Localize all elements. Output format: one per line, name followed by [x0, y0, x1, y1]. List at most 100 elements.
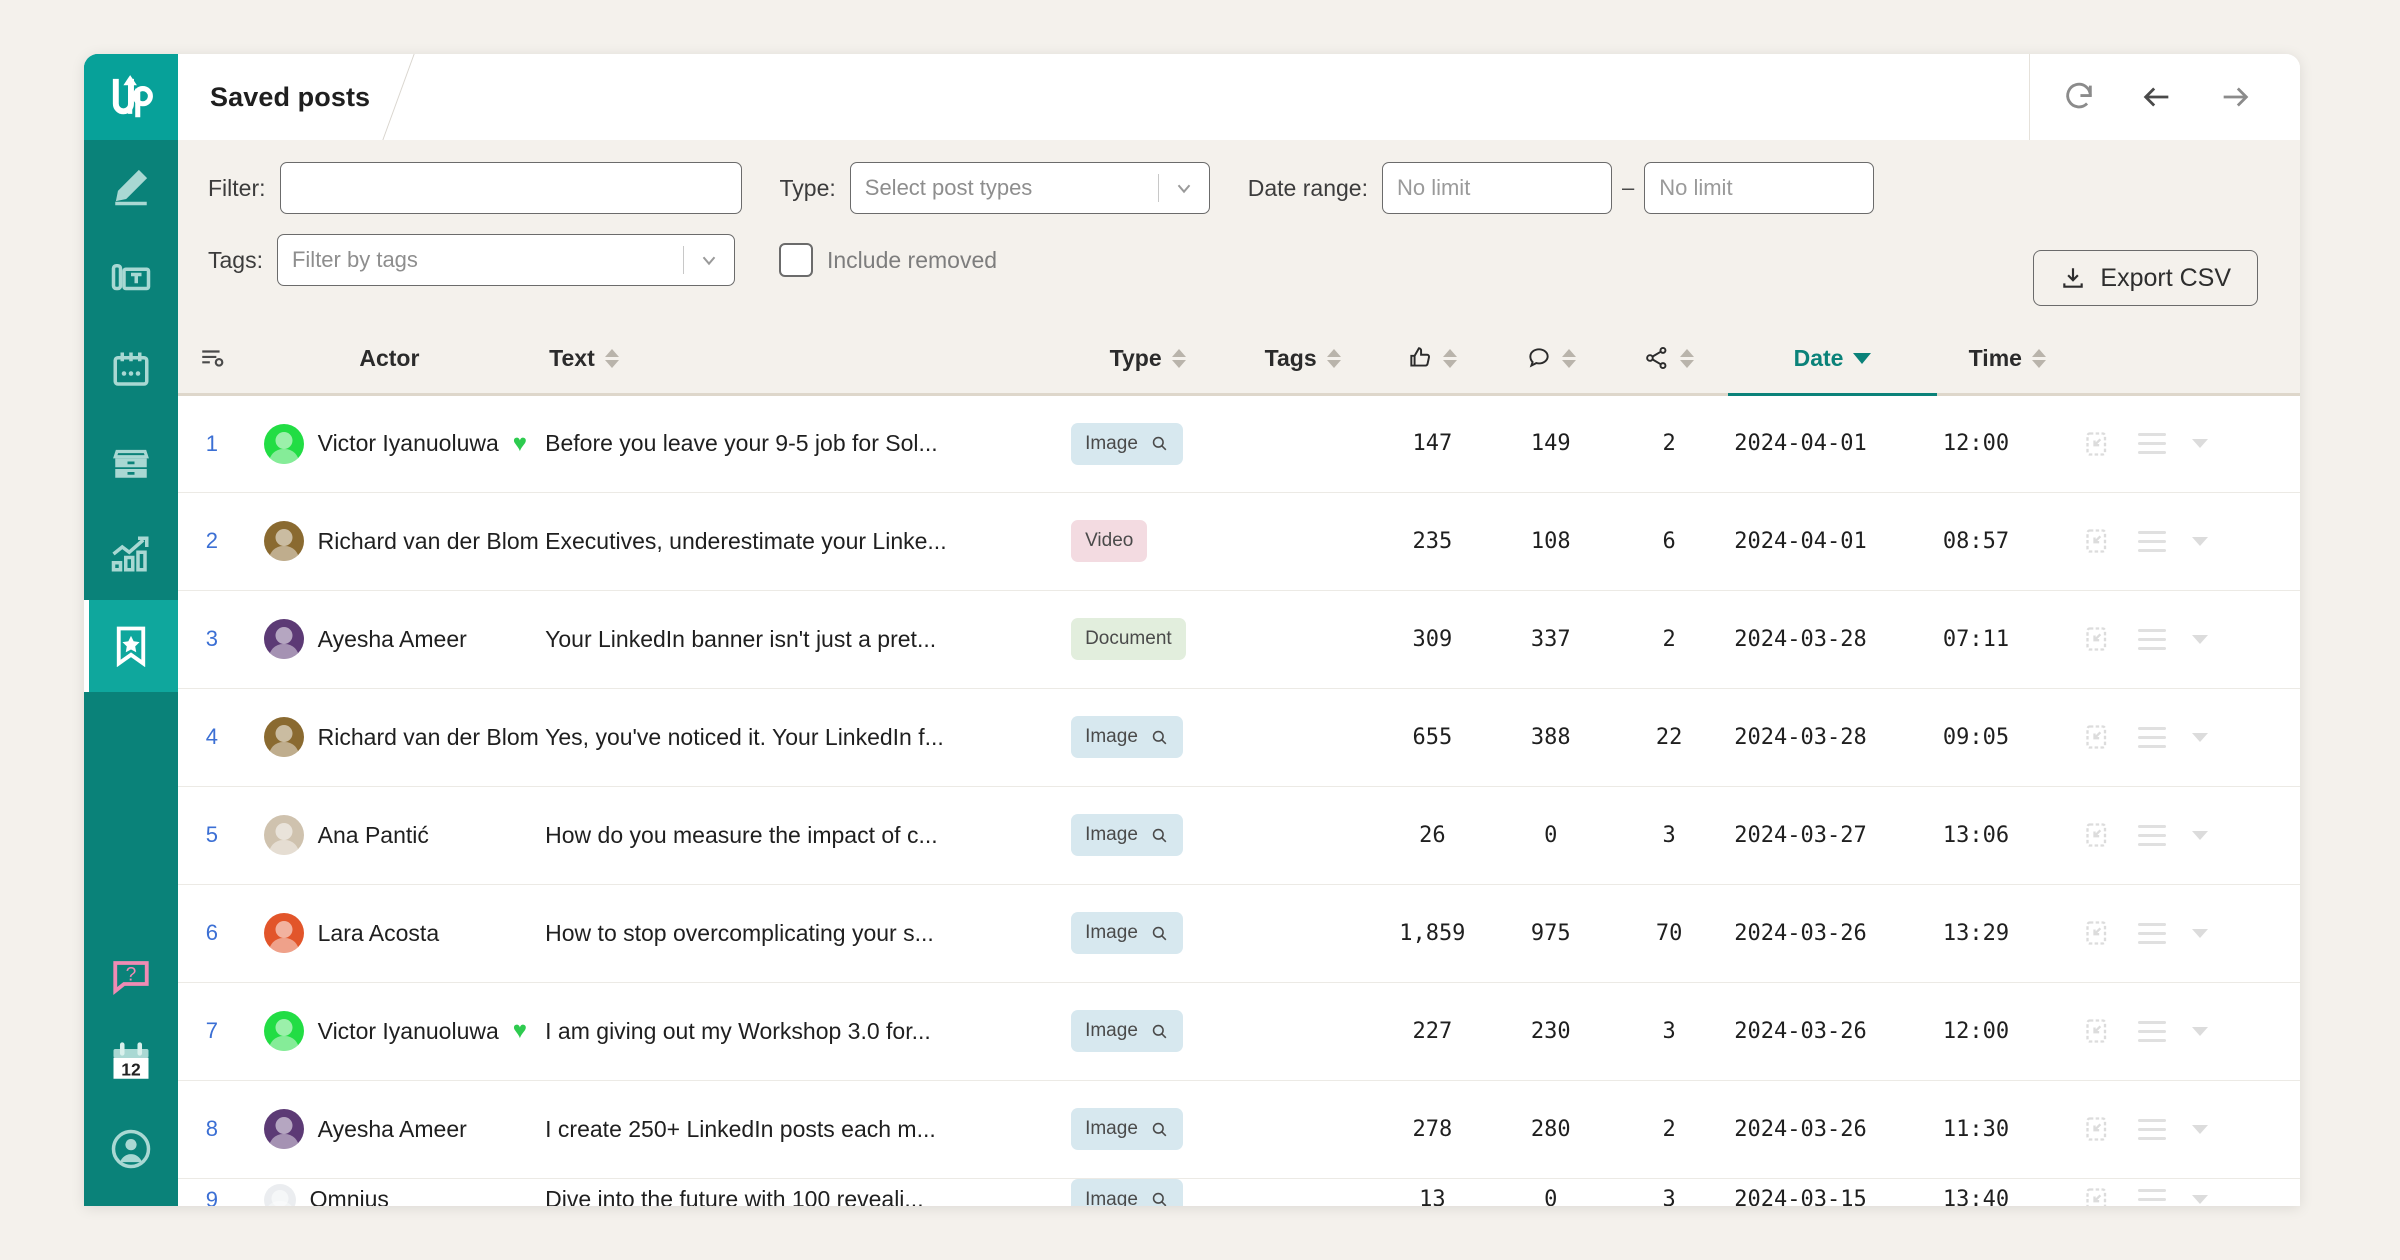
- post-text: Executives, underestimate your Linke...: [545, 527, 947, 554]
- type-badge[interactable]: Image: [1071, 1108, 1183, 1150]
- sidebar-item-scheduler[interactable]: [84, 324, 178, 416]
- sidebar-item-account[interactable]: [84, 1106, 178, 1192]
- sort-indicator[interactable]: [1171, 348, 1186, 368]
- row-menu-caret-icon[interactable]: [2191, 1124, 2208, 1134]
- type-badge[interactable]: Image: [1071, 422, 1183, 465]
- row-menu-icon[interactable]: [2137, 726, 2166, 748]
- column-header-index[interactable]: [178, 324, 246, 396]
- copy-to-composer-icon[interactable]: [2084, 1186, 2112, 1206]
- magnifier-icon[interactable]: [1150, 924, 1169, 943]
- row-menu-caret-icon[interactable]: [2191, 1195, 2208, 1204]
- row-menu-icon[interactable]: [2137, 922, 2166, 944]
- column-header-text[interactable]: Text: [533, 324, 1064, 396]
- row-menu-icon[interactable]: [2137, 433, 2166, 454]
- column-header-shares[interactable]: [1609, 324, 1729, 396]
- column-header-time[interactable]: Time: [1936, 324, 2078, 396]
- type-badge[interactable]: Document: [1071, 618, 1186, 660]
- table-row[interactable]: 9 Omnius Dive into the future with 100 rev…: [178, 1178, 2300, 1206]
- row-menu-caret-icon[interactable]: [2191, 732, 2208, 742]
- column-header-type[interactable]: Type: [1063, 324, 1233, 396]
- sort-indicator[interactable]: [1443, 348, 1458, 368]
- share-icon: [1646, 347, 1667, 370]
- sidebar-item-analytics[interactable]: [84, 508, 178, 600]
- table-row[interactable]: 6 Lara Acosta How to stop overcomplicating…: [178, 884, 2300, 983]
- type-badge[interactable]: Image: [1071, 1178, 1183, 1206]
- type-badge[interactable]: Image: [1071, 912, 1183, 954]
- copy-to-composer-icon[interactable]: [2084, 821, 2112, 849]
- post-type-select[interactable]: Select post types: [849, 162, 1210, 214]
- cell-tags: [1232, 394, 1374, 493]
- cell-comments: 108: [1491, 492, 1610, 591]
- type-badge[interactable]: Video: [1071, 520, 1148, 562]
- sidebar-item-help[interactable]: ?: [84, 934, 178, 1020]
- row-menu-caret-icon[interactable]: [2191, 830, 2208, 840]
- magnifier-icon[interactable]: [1150, 1190, 1169, 1206]
- app-logo[interactable]: [84, 54, 178, 140]
- column-label-date: Date: [1793, 344, 1844, 371]
- table-row[interactable]: 3 Ayesha Ameer Your LinkedIn banner isn't …: [178, 590, 2300, 689]
- tags-label: Tags:: [208, 246, 263, 273]
- type-badge[interactable]: Image: [1071, 814, 1183, 856]
- row-menu-caret-icon[interactable]: [2191, 439, 2208, 448]
- sort-indicator[interactable]: [1326, 348, 1341, 368]
- copy-to-composer-icon[interactable]: [2084, 430, 2112, 458]
- copy-to-composer-icon[interactable]: [2084, 1017, 2112, 1045]
- row-menu-caret-icon[interactable]: [2191, 1026, 2208, 1036]
- sort-indicator[interactable]: [1561, 348, 1576, 368]
- row-menu-caret-icon[interactable]: [2191, 634, 2208, 644]
- column-header-tags[interactable]: Tags: [1232, 324, 1374, 396]
- table-row[interactable]: 1 Victor Iyanuoluwa ♥ Before you leave your…: [178, 394, 2300, 493]
- magnifier-icon[interactable]: [1150, 1022, 1169, 1041]
- magnifier-icon[interactable]: [1150, 826, 1169, 845]
- sort-indicator[interactable]: [1680, 348, 1695, 368]
- row-menu-icon[interactable]: [2137, 1118, 2166, 1140]
- row-menu-icon[interactable]: [2137, 530, 2166, 552]
- avatar: [263, 423, 304, 464]
- date-to-input[interactable]: No limit: [1644, 162, 1875, 214]
- include-removed-checkbox[interactable]: [778, 243, 813, 277]
- copy-to-composer-icon[interactable]: [2084, 527, 2112, 555]
- date-from-input[interactable]: No limit: [1381, 162, 1612, 214]
- magnifier-icon[interactable]: [1150, 1120, 1169, 1139]
- table-row[interactable]: 8 Ayesha Ameer I create 250+ LinkedIn post…: [178, 1080, 2300, 1179]
- row-menu-icon[interactable]: [2137, 1020, 2166, 1042]
- sidebar-item-compose[interactable]: [84, 140, 178, 232]
- sort-indicator-active[interactable]: [1853, 352, 1872, 364]
- tags-select[interactable]: Filter by tags: [276, 234, 735, 286]
- column-header-actor[interactable]: Actor: [245, 324, 534, 396]
- table-row[interactable]: 2 Richard van der Blom Executives, underes…: [178, 492, 2300, 591]
- table-row[interactable]: 7 Victor Iyanuoluwa ♥ I am giving out my Wo…: [178, 982, 2300, 1081]
- column-header-likes[interactable]: [1373, 324, 1492, 396]
- search-input[interactable]: [279, 162, 742, 214]
- column-header-date[interactable]: Date: [1728, 324, 1937, 396]
- row-menu-caret-icon[interactable]: [2191, 536, 2208, 546]
- type-badge[interactable]: Image: [1071, 716, 1183, 758]
- magnifier-icon[interactable]: [1150, 728, 1169, 747]
- row-menu-icon[interactable]: [2137, 1189, 2166, 1206]
- copy-to-composer-icon[interactable]: [2084, 625, 2112, 653]
- copy-to-composer-icon[interactable]: [2084, 919, 2112, 947]
- copy-to-composer-icon[interactable]: [2084, 1115, 2112, 1143]
- refresh-button[interactable]: [2040, 54, 2118, 140]
- copy-to-composer-icon[interactable]: [2084, 723, 2112, 751]
- table-row[interactable]: 4 Richard van der Blom Yes, you've noticed…: [178, 688, 2300, 787]
- export-csv-button[interactable]: Export CSV: [2033, 250, 2258, 306]
- sidebar-item-carousel[interactable]: [84, 232, 178, 324]
- sidebar-item-saved-posts[interactable]: [84, 600, 178, 692]
- type-badge[interactable]: Image: [1071, 1010, 1183, 1052]
- magnifier-icon[interactable]: [1150, 434, 1169, 453]
- sidebar-item-archive[interactable]: [84, 416, 178, 508]
- table-row[interactable]: 5 Ana Pantić How do you measure the impact…: [178, 786, 2300, 885]
- row-menu-icon[interactable]: [2137, 824, 2166, 846]
- row-menu-icon[interactable]: [2137, 628, 2166, 650]
- row-menu-caret-icon[interactable]: [2191, 928, 2208, 938]
- cell-likes: 278: [1373, 1080, 1492, 1179]
- sort-indicator[interactable]: [2031, 348, 2046, 368]
- comment-icon: [1529, 348, 1549, 368]
- column-header-comments[interactable]: [1491, 324, 1610, 396]
- forward-button[interactable]: [2196, 54, 2274, 140]
- include-removed-group[interactable]: Include removed: [778, 243, 997, 277]
- sidebar-item-calendar-day[interactable]: 12: [84, 1020, 178, 1106]
- back-button[interactable]: [2118, 54, 2196, 140]
- sort-indicator[interactable]: [604, 348, 619, 368]
